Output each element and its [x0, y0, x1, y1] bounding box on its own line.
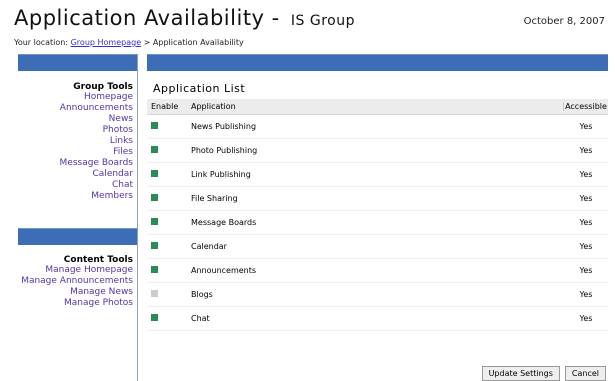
table-row: Message Boards Yes — [147, 211, 608, 235]
col-accessible: Accessible — [563, 102, 608, 111]
accessible-value: Yes — [579, 122, 593, 131]
breadcrumb: Your location: Group Homepage > Applicat… — [14, 38, 244, 47]
enable-cell — [147, 314, 185, 323]
accessible-value: Yes — [579, 170, 593, 179]
enable-cell — [147, 122, 185, 131]
table-row: Announcements Yes — [147, 259, 608, 283]
button-bar: Update Settings Cancel — [481, 366, 606, 381]
main-panel: Application List Enable Application Acce… — [147, 54, 608, 381]
accessible-value: Yes — [579, 266, 593, 275]
date-label: October 8, 2007 — [523, 16, 605, 27]
sidebar-header-bar — [18, 54, 137, 71]
sidebar-link[interactable]: Manage News — [18, 287, 133, 298]
table-row: Blogs Yes — [147, 283, 608, 307]
table-row: Calendar Yes — [147, 235, 608, 259]
sidebar-link[interactable]: Manage Homepage — [18, 265, 133, 276]
enable-checkbox[interactable] — [151, 146, 158, 153]
application-name: Photo Publishing — [191, 146, 258, 155]
accessible-value: Yes — [579, 242, 593, 251]
cancel-button[interactable]: Cancel — [564, 366, 606, 381]
application-list-title: Application List — [153, 82, 246, 95]
application-name: File Sharing — [191, 194, 238, 203]
group-name: IS Group — [290, 13, 355, 29]
application-name: Chat — [191, 314, 210, 323]
sidebar-link[interactable]: Message Boards — [18, 158, 133, 169]
application-table-body: News Publishing Yes Photo Publishing Yes Lin… — [147, 115, 608, 331]
application-name: News Publishing — [191, 122, 257, 131]
sidebar-link[interactable]: Links — [18, 136, 133, 147]
table-header: Enable Application Accessible — [147, 99, 608, 115]
enable-checkbox[interactable] — [151, 242, 158, 249]
page-title: Application Availability - IS Group — [14, 6, 355, 30]
table-row: Link Publishing Yes — [147, 163, 608, 187]
enable-cell — [147, 266, 185, 275]
application-name: Blogs — [191, 290, 213, 299]
sidebar: Group Tools Homepage Announcements News Pho… — [18, 54, 138, 381]
enable-cell — [147, 242, 185, 251]
enable-cell — [147, 146, 185, 155]
enable-checkbox[interactable] — [151, 194, 158, 201]
breadcrumb-prefix: Your location: — [14, 38, 71, 47]
col-enable: Enable — [151, 102, 179, 111]
enable-cell — [147, 290, 185, 299]
sidebar-link[interactable]: Files — [18, 147, 133, 158]
table-row: Chat Yes — [147, 307, 608, 331]
group-tools-title: Group Tools — [73, 82, 133, 92]
enable-checkbox[interactable] — [151, 122, 158, 129]
accessible-value: Yes — [579, 218, 593, 227]
sidebar-content-bar — [18, 228, 137, 245]
application-name: Message Boards — [191, 218, 257, 227]
accessible-value: Yes — [579, 194, 593, 203]
enable-checkbox[interactable] — [151, 290, 158, 297]
enable-checkbox[interactable] — [151, 314, 158, 321]
col-application: Application — [191, 102, 236, 111]
accessible-value: Yes — [579, 290, 593, 299]
sidebar-link[interactable]: Chat — [18, 180, 133, 191]
sidebar-link[interactable]: Manage Announcements — [18, 276, 133, 287]
sidebar-link[interactable]: News — [18, 114, 133, 125]
enable-checkbox[interactable] — [151, 170, 158, 177]
breadcrumb-group-link[interactable]: Group Homepage — [71, 38, 142, 47]
sidebar-link[interactable]: Announcements — [18, 103, 133, 114]
sidebar-link[interactable]: Members — [18, 191, 133, 202]
accessible-value: Yes — [579, 314, 593, 323]
sidebar-link[interactable]: Calendar — [18, 169, 133, 180]
content-tools-list: Manage Homepage Manage Announcements Manag… — [18, 265, 137, 309]
enable-checkbox[interactable] — [151, 266, 158, 273]
title-text: Application Availability - — [14, 6, 287, 30]
table-row: File Sharing Yes — [147, 187, 608, 211]
application-name: Link Publishing — [191, 170, 251, 179]
group-tools-list: Homepage Announcements News Photos Links File… — [18, 92, 137, 202]
enable-cell — [147, 194, 185, 203]
application-name: Announcements — [191, 266, 257, 275]
accessible-value: Yes — [579, 146, 593, 155]
main-header-bar — [147, 54, 608, 71]
application-name: Calendar — [191, 242, 227, 251]
enable-checkbox[interactable] — [151, 218, 158, 225]
enable-cell — [147, 218, 185, 227]
enable-cell — [147, 170, 185, 179]
sidebar-link[interactable]: Homepage — [18, 92, 133, 103]
update-settings-button[interactable]: Update Settings — [481, 366, 560, 381]
sidebar-link[interactable]: Photos — [18, 125, 133, 136]
table-row: News Publishing Yes — [147, 115, 608, 139]
breadcrumb-current: > Application Availability — [141, 38, 244, 47]
content-tools-title: Content Tools — [63, 255, 133, 265]
sidebar-link[interactable]: Manage Photos — [18, 298, 133, 309]
table-row: Photo Publishing Yes — [147, 139, 608, 163]
